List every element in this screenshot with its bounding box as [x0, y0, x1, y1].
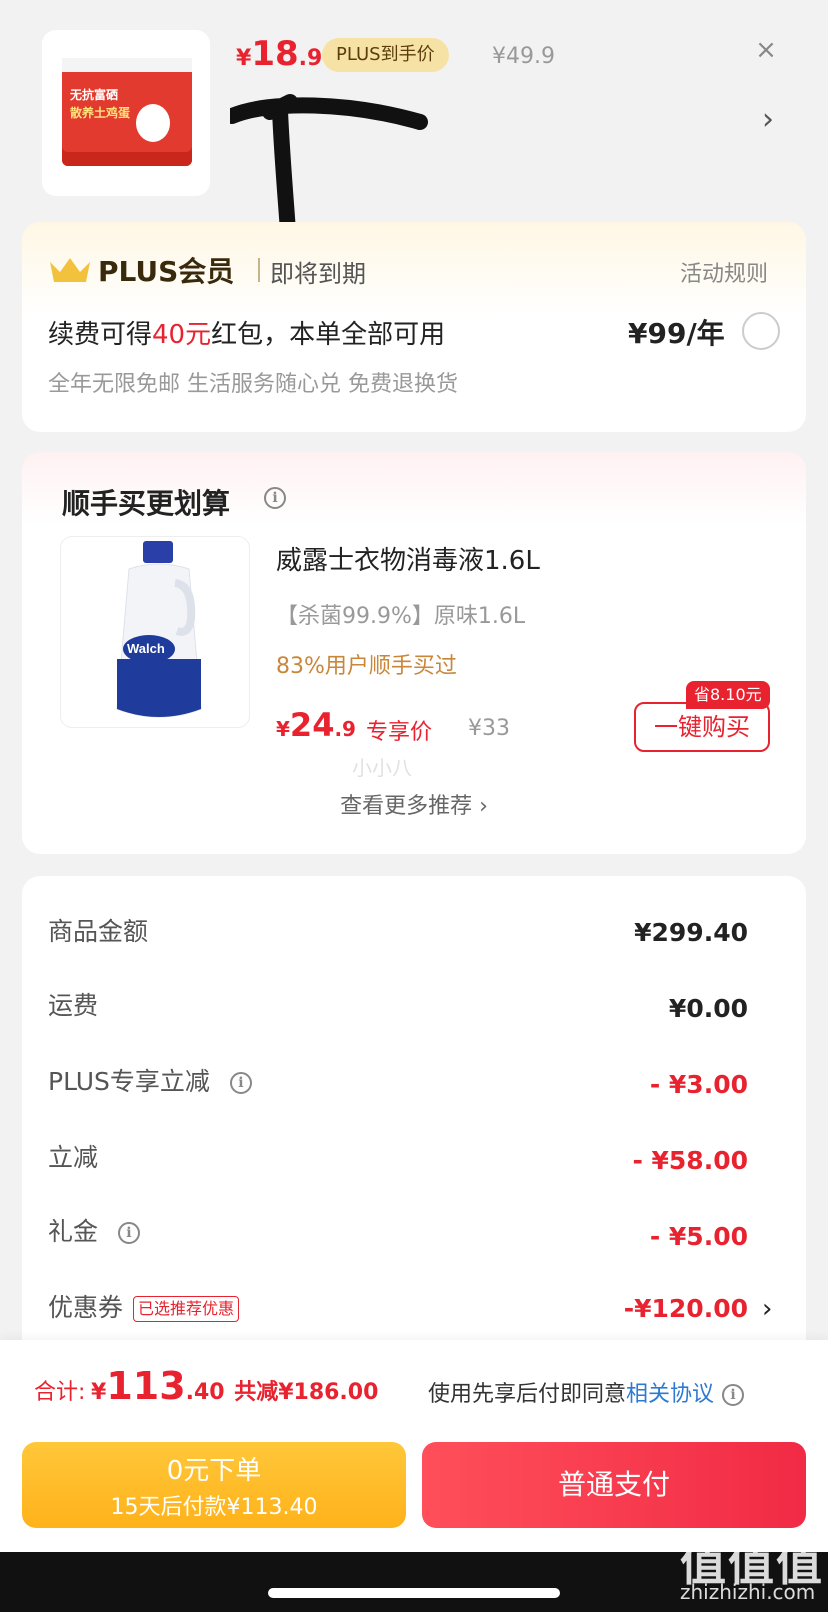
goods-amount-value: ¥299.40 — [634, 918, 748, 947]
brand-text: Walch — [127, 641, 165, 656]
plus-divider — [258, 258, 260, 282]
agreement-text: 使用先享后付即同意相关协议 i — [428, 1376, 745, 1408]
plus-status: 即将到期 — [270, 260, 366, 288]
coupon-recommended-tag: 已选推荐优惠 — [133, 1296, 240, 1322]
plus-benefits: 全年无限免邮 生活服务随心兑 免费退换货 — [48, 372, 458, 397]
rec-price-decimal: .9 — [334, 717, 356, 741]
box-text-1: 无抗富硒 — [70, 88, 119, 102]
info-icon[interactable]: i — [117, 1222, 140, 1244]
renew-prefix: 续费可得 — [48, 320, 153, 350]
renew-offer: 续费可得40元红包，本单全部可用 — [48, 314, 445, 351]
goods-amount-label: 商品金额 — [48, 917, 149, 946]
plus-discount-value: - ¥3.00 — [649, 1070, 748, 1099]
recommend-item-bought: 83%用户顺手买过 — [276, 654, 457, 679]
total-saved: 共减¥186.00 — [234, 1380, 379, 1405]
agreement-prefix: 使用先享后付即同意 — [428, 1382, 627, 1407]
product-thumbnail[interactable]: 无抗富硒 散养土鸡蛋 — [42, 30, 210, 196]
product-price: ¥18.9 — [236, 34, 322, 74]
total-label: 合计: — [34, 1380, 86, 1405]
plus-title: PLUS会员 — [98, 255, 235, 288]
instant-discount-label: 立减 — [48, 1143, 99, 1172]
pay-later-button[interactable]: 0元下单 15天后付款¥113.40 — [22, 1442, 406, 1528]
instant-discount-value: - ¥58.00 — [632, 1146, 748, 1175]
total-amount: 合计: ¥113.40 共减¥186.00 — [34, 1364, 378, 1408]
amount-card — [22, 876, 806, 1356]
info-icon[interactable]: i — [722, 1384, 745, 1406]
recommend-item-thumbnail[interactable]: Walch — [60, 536, 250, 728]
plus-price-badge: PLUS到手价 — [322, 38, 449, 72]
gift-money-text: 礼金 — [48, 1217, 99, 1246]
rec-price-integer: 24 — [289, 706, 335, 744]
coupon-chevron-icon[interactable]: › — [762, 1294, 772, 1324]
renew-suffix: 红包，本单全部可用 — [211, 320, 446, 350]
recommend-item-name[interactable]: 威露士衣物消毒液1.6L — [276, 540, 540, 577]
shipping-label: 运费 — [48, 991, 99, 1020]
close-icon[interactable]: × — [748, 32, 784, 68]
total-currency: ¥ — [91, 1380, 107, 1405]
watermark-site: zhizhizhi.com — [680, 1580, 816, 1604]
coupon-label[interactable]: 优惠券 已选推荐优惠 — [48, 1288, 240, 1324]
egg-box-image: 无抗富硒 散养土鸡蛋 — [62, 58, 192, 166]
activity-rules-link[interactable]: 活动规则 — [680, 256, 768, 288]
home-indicator[interactable] — [268, 1588, 560, 1598]
renew-amount: 40元 — [152, 320, 212, 350]
plus-discount-text: PLUS专享立减 — [48, 1067, 210, 1096]
price-integer: 18 — [251, 34, 299, 74]
watermark-text: 小小八 — [352, 756, 412, 780]
agreement-link[interactable]: 相关协议 — [626, 1382, 714, 1407]
info-icon[interactable]: i — [229, 1072, 252, 1094]
bottle-image: Walch — [116, 541, 202, 718]
shipping-value: ¥0.00 — [668, 994, 748, 1023]
price-currency: ¥ — [236, 46, 252, 71]
total-integer: 113 — [106, 1364, 186, 1408]
total-decimal: .40 — [185, 1380, 225, 1405]
recommend-title: 顺手买更划算 — [62, 487, 231, 520]
pay-later-title: 0元下单 — [166, 1456, 262, 1486]
crown-icon — [50, 258, 90, 282]
plus-discount-label: PLUS专享立减 i — [48, 1062, 252, 1098]
info-icon[interactable]: i — [264, 487, 286, 509]
coupon-text: 优惠券 — [48, 1293, 124, 1322]
pay-later-subtitle: 15天后付款¥113.40 — [110, 1495, 318, 1520]
recommend-original-price: ¥33 — [468, 716, 510, 741]
save-badge: 省8.10元 — [686, 681, 770, 709]
box-text-2: 散养土鸡蛋 — [70, 106, 131, 120]
renew-price: ¥99/年 — [628, 317, 725, 350]
recommend-item-price: ¥24.9 — [276, 706, 356, 744]
spec-chevron-icon[interactable]: › — [762, 102, 774, 137]
price-decimal: .9 — [298, 46, 323, 71]
one-click-buy-button[interactable]: 一键购买 — [634, 702, 770, 752]
more-recommendations-link[interactable]: 查看更多推荐 › — [0, 788, 828, 820]
plus-renew-radio[interactable] — [742, 312, 780, 350]
rec-price-currency: ¥ — [276, 717, 290, 741]
recommend-item-spec: 【杀菌99.9%】原味1.6L — [276, 604, 526, 629]
normal-pay-button[interactable]: 普通支付 — [422, 1442, 806, 1528]
exclusive-price-label: 专享价 — [366, 720, 433, 745]
gift-money-label: 礼金 i — [48, 1212, 140, 1248]
coupon-value[interactable]: -¥120.00 — [624, 1294, 748, 1323]
gift-money-value: - ¥5.00 — [649, 1222, 748, 1251]
original-price: ¥49.9 — [492, 44, 555, 69]
